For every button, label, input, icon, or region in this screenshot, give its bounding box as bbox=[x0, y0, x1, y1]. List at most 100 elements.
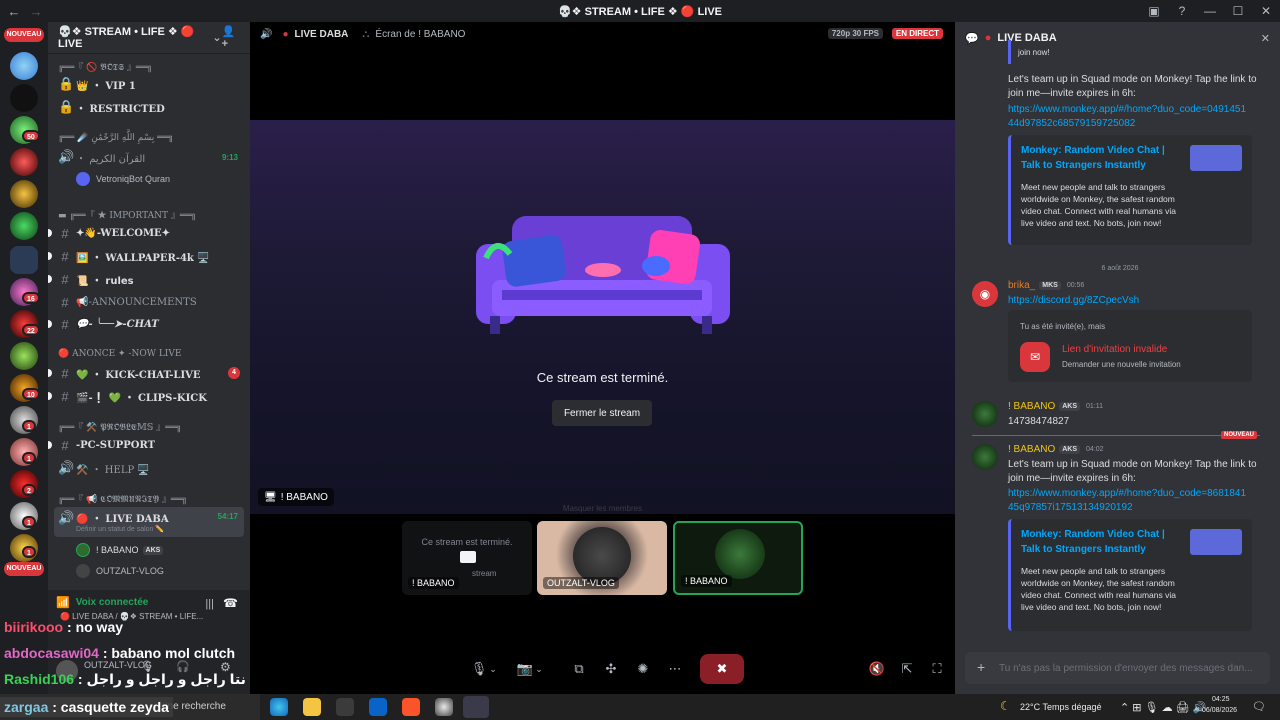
channel-clips-kick[interactable]: # 🎬-❕ 💚 ・ CLIPS-KICK bbox=[48, 386, 244, 406]
server-icon[interactable] bbox=[10, 52, 38, 80]
forward-arrow-icon[interactable]: → bbox=[28, 4, 44, 19]
edge-icon[interactable] bbox=[270, 698, 288, 716]
fullscreen-icon[interactable]: ⛶ bbox=[922, 654, 952, 684]
obs-icon[interactable] bbox=[435, 698, 453, 716]
maximize-icon[interactable]: ☐ bbox=[1224, 4, 1252, 18]
avatar[interactable] bbox=[972, 444, 998, 470]
add-member-icon[interactable]: 👤+ bbox=[222, 25, 240, 50]
stream-screen-label: Écran de ! BABANO bbox=[375, 28, 466, 40]
chat-title: LIVE DABA bbox=[997, 32, 1057, 44]
overlay-chat-line: Rashid106 : نتا راجل و راجل و راجل bbox=[0, 669, 250, 689]
participant-tile-speaking[interactable]: ! BABANO bbox=[673, 521, 803, 595]
voice-user[interactable]: VetroniqBot Quran bbox=[76, 170, 170, 188]
speaker-icon: 🔊 bbox=[58, 460, 75, 475]
outlook-icon[interactable] bbox=[369, 698, 387, 716]
leave-call-icon[interactable]: ✖ bbox=[700, 654, 744, 684]
weather-text[interactable]: 22°C Temps dégagé bbox=[1020, 702, 1102, 712]
server-header[interactable]: 💀❖ STREAM • LIFE ❖ 🔴 LIVE ⌄ 👤+ bbox=[48, 22, 250, 54]
channel-welcome[interactable]: # ✦👋-WELCOME✦ bbox=[48, 223, 244, 243]
server-badge: 1 bbox=[22, 420, 36, 432]
message-input[interactable]: + Tu n'as pas la permission d'envoyer de… bbox=[965, 652, 1270, 684]
minimize-icon[interactable]: — bbox=[1196, 4, 1224, 18]
participant-tile[interactable]: Ce stream est terminé. stream ! BABANO bbox=[402, 521, 532, 595]
participant-tile[interactable]: OUTZALT-VLOG bbox=[537, 521, 667, 595]
back-arrow-icon[interactable]: ← bbox=[6, 4, 22, 19]
channel-kick-chat-live[interactable]: # 💚 ・ KICK-CHAT-LIVE 4 bbox=[48, 363, 244, 383]
category-community[interactable]: ╔══『 📢 𝕮𝕺𝕸𝕸𝖀𝕹𝕴𝕿𝖄 』══╗ bbox=[54, 488, 244, 508]
hash-icon: # bbox=[61, 437, 69, 453]
category-quran[interactable]: ╔══ ☄️ بِسْمِ اللَّهِ الرَّحْمَٰنِ ══╗ bbox=[54, 128, 244, 148]
date-divider: 6 août 2026 bbox=[1101, 265, 1139, 272]
server-icon[interactable] bbox=[10, 342, 38, 370]
message-link[interactable]: https://discord.gg/8ZCpecVsh bbox=[1008, 294, 1139, 308]
category-anonce[interactable]: 🔴 ANONCE ✦ -NOW LIVE bbox=[54, 344, 244, 364]
category-problems[interactable]: ╔══『 ⚒️ 𝕻𝕽𝕺𝕭𝕷𝕰𝕄𝕊 』══╗ bbox=[54, 416, 244, 436]
channel-chat[interactable]: # 💬- ╰──➤-CHAT bbox=[48, 314, 244, 334]
embed-thumbnail[interactable] bbox=[1190, 529, 1242, 555]
add-attachment-icon[interactable]: + bbox=[977, 659, 985, 675]
volume-mute-icon[interactable]: 🔇 bbox=[862, 654, 892, 684]
embed-title[interactable]: Monkey: Random Video Chat | Talk to Stra… bbox=[1021, 527, 1171, 557]
channel-announcements[interactable]: # 📢-ANNOUNCEMENTS bbox=[54, 292, 244, 312]
server-icon[interactable] bbox=[10, 180, 38, 208]
category-bots[interactable]: ╔══『 🚫 𝕭𝕺𝕿𝕾 』══╗ bbox=[54, 56, 244, 76]
soundboard-icon[interactable]: ✺ bbox=[628, 654, 658, 684]
hash-icon: # bbox=[61, 294, 69, 310]
avatar[interactable] bbox=[972, 401, 998, 427]
discord-taskbar-icon[interactable] bbox=[463, 696, 489, 718]
disconnect-icon[interactable]: ☎ bbox=[223, 596, 238, 610]
channel-vip[interactable]: 🔒 👑 ・ VIP 1 bbox=[54, 74, 244, 94]
help-icon[interactable]: ? bbox=[1168, 4, 1196, 18]
message-link[interactable]: https://www.monkey.app/#/home?duo_code=0… bbox=[1008, 103, 1248, 131]
server-icon[interactable] bbox=[10, 148, 38, 176]
chevron-down-icon[interactable]: ⌄ bbox=[532, 654, 546, 684]
more-options-icon[interactable]: ⋯ bbox=[660, 654, 690, 684]
mention-badge: 4 bbox=[228, 367, 240, 379]
close-window-icon[interactable]: ✕ bbox=[1252, 4, 1280, 18]
channel-status[interactable]: Définir un statut de salon ✏️ bbox=[76, 525, 164, 533]
embed-thumbnail[interactable] bbox=[1190, 145, 1242, 171]
inbox-icon[interactable]: ▣ bbox=[1140, 4, 1168, 18]
channel-rules[interactable]: # 📜 ・ rules bbox=[48, 269, 244, 289]
link-embed[interactable]: Monkey: Random Video Chat | Talk to Stra… bbox=[1008, 519, 1252, 631]
channel-wallpaper[interactable]: # 🖼️ ・ WALLPAPER-4k 🖥️ bbox=[48, 246, 244, 266]
pop-out-icon[interactable]: ⇱ bbox=[892, 654, 922, 684]
message-author[interactable]: brika_ bbox=[1008, 280, 1035, 291]
embed-title[interactable]: Monkey: Random Video Chat | Talk to Stra… bbox=[1021, 143, 1171, 173]
notification-icon[interactable]: 🗨 bbox=[1252, 700, 1266, 713]
brave-icon[interactable] bbox=[402, 698, 420, 716]
activities-icon[interactable]: ✣ bbox=[596, 654, 626, 684]
invite-card: Tu as été invité(e), mais ✉ Lien d'invit… bbox=[1008, 310, 1252, 382]
voice-channel-quran[interactable]: 🔊 ・ القرآن الكريم 9:13 bbox=[54, 147, 244, 167]
hash-icon: # bbox=[61, 316, 69, 332]
voice-channel-live-daba[interactable]: 🔊 🔴 ・ LIVE DABA 54:17 Définir un statut de… bbox=[54, 507, 244, 537]
voice-user-outzalt[interactable]: OUTZALT-VLOG bbox=[76, 562, 164, 580]
screen-share-icon: ⛬ bbox=[362, 28, 370, 40]
message-text: 14738474827 bbox=[1008, 416, 1070, 427]
folder-icon[interactable] bbox=[10, 246, 38, 274]
discord-logo-icon[interactable]: ◉ bbox=[972, 281, 998, 307]
chevron-down-icon[interactable]: ⌄ bbox=[486, 654, 500, 684]
message-author[interactable]: ! BABANO bbox=[1008, 401, 1055, 412]
close-stream-button[interactable]: Fermer le stream bbox=[552, 400, 652, 426]
file-explorer-icon[interactable] bbox=[303, 698, 321, 716]
chat-bubble-icon: 💬 bbox=[965, 32, 979, 45]
noise-suppression-icon[interactable]: ||| bbox=[205, 598, 214, 610]
stream-stage[interactable]: Ce stream est terminé. Fermer le stream … bbox=[250, 120, 955, 514]
invite-request-link[interactable]: Demander une nouvelle invitation bbox=[1062, 360, 1181, 369]
store-icon[interactable] bbox=[336, 698, 354, 716]
link-embed[interactable]: Monkey: Random Video Chat | Talk to Stra… bbox=[1008, 135, 1252, 245]
tray-icons[interactable]: ⌃ ⊞ 🎙 ☁ 🖨 🔊 bbox=[1120, 701, 1206, 714]
channel-restricted[interactable]: 🔒 ・ RESTRICTED bbox=[54, 97, 244, 117]
voice-channel-help[interactable]: 🔊 ⚒️ ・ HELP 🖥️ bbox=[54, 458, 244, 478]
close-icon[interactable]: ✕ bbox=[1261, 32, 1270, 45]
server-icon[interactable] bbox=[10, 212, 38, 240]
hide-members-hint[interactable]: Masquer les membres bbox=[250, 504, 955, 513]
category-important[interactable]: ▬ ╔══『 ★ IMPORTANT 』══╗ bbox=[54, 204, 244, 224]
server-icon[interactable] bbox=[10, 84, 38, 112]
channel-pc-support[interactable]: # -PC-SUPPORT bbox=[48, 435, 244, 455]
message-author[interactable]: ! BABANO bbox=[1008, 444, 1055, 455]
voice-user-babano[interactable]: ! BABANO AKS bbox=[76, 541, 164, 559]
share-screen-icon[interactable]: ⧉ bbox=[564, 654, 594, 684]
message-link[interactable]: https://www.monkey.app/#/home?duo_code=8… bbox=[1008, 487, 1248, 515]
